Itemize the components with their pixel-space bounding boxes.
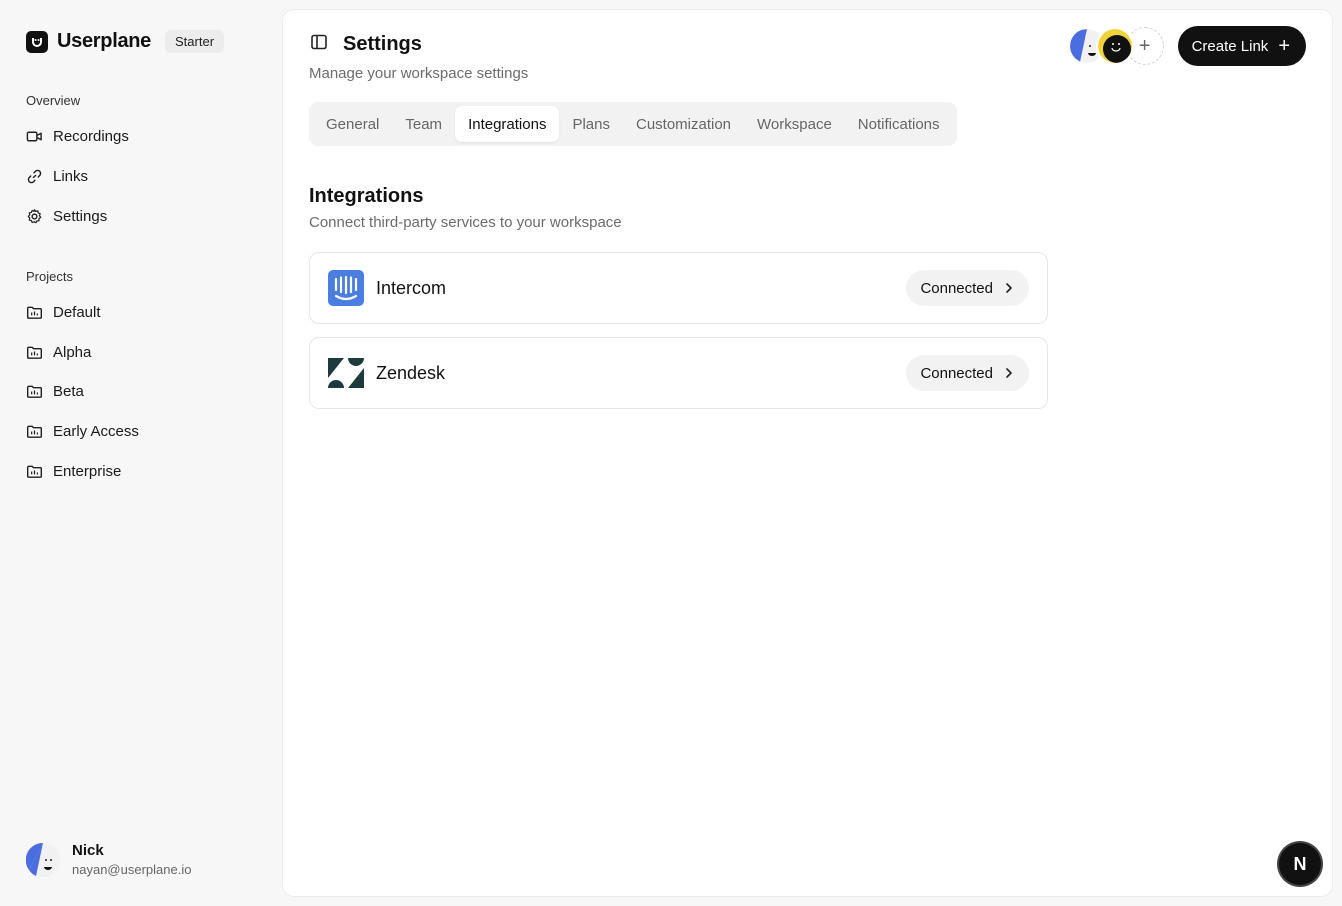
settings-tabs: General Team Integrations Plans Customiz… <box>309 102 957 146</box>
gear-icon <box>27 208 42 223</box>
user-name: Nick <box>72 842 104 859</box>
sidebar-item-label: Default <box>53 303 101 321</box>
folder-icon <box>26 465 43 478</box>
userplane-logo-icon <box>26 30 48 53</box>
tab-team[interactable]: Team <box>392 106 455 142</box>
dev-tools-badge[interactable]: N <box>1279 843 1321 885</box>
sidebar-item-enterprise[interactable]: Enterprise <box>26 459 121 483</box>
overview-section-label: Overview <box>26 93 81 108</box>
integration-card-zendesk[interactable]: Zendesk Connected <box>309 337 1048 409</box>
chevron-right-icon <box>1006 283 1012 293</box>
zendesk-logo-icon <box>328 355 364 391</box>
create-link-label: Create Link <box>1191 37 1269 55</box>
member-avatars: + <box>1067 27 1164 65</box>
header-actions: + Create Link + <box>1067 26 1306 66</box>
plus-icon: + <box>1278 35 1290 57</box>
tab-general[interactable]: General <box>313 106 392 142</box>
integrations-title: Integrations <box>309 185 424 207</box>
sidebar-item-links[interactable]: Links <box>26 164 88 188</box>
create-link-button[interactable]: Create Link + <box>1177 26 1306 66</box>
tab-integrations[interactable]: Integrations <box>455 106 560 142</box>
sidebar-item-recordings[interactable]: Recordings <box>26 124 129 148</box>
brand[interactable]: Userplane Starter <box>26 30 225 53</box>
chevron-right-icon <box>1006 368 1012 378</box>
sidebar-item-label: Enterprise <box>53 462 122 480</box>
sidebar-item-label: Settings <box>53 207 108 225</box>
integration-name: Zendesk <box>376 362 446 383</box>
intercom-logo-icon <box>328 270 364 306</box>
avatar <box>26 842 60 877</box>
video-icon <box>26 131 42 141</box>
sidebar-item-settings[interactable]: Settings <box>26 204 107 228</box>
sidebar: Userplane Starter Overview Recordings Li… <box>0 0 282 906</box>
status-label: Connected <box>920 279 993 297</box>
folder-icon <box>26 306 43 319</box>
connected-button[interactable]: Connected <box>906 270 1029 306</box>
user-profile[interactable]: Nick nayan@userplane.io <box>26 842 191 877</box>
folder-icon <box>26 346 43 359</box>
brand-name: Userplane <box>57 30 152 52</box>
projects-section-label: Projects <box>26 269 73 284</box>
tab-workspace[interactable]: Workspace <box>744 106 845 142</box>
plan-badge: Starter <box>165 30 225 53</box>
sidebar-item-label: Early Access <box>53 422 139 440</box>
integration-name: Intercom <box>376 277 447 298</box>
folder-icon <box>26 425 43 438</box>
sidebar-item-label: Beta <box>53 382 84 400</box>
sidebar-item-default[interactable]: Default <box>26 300 101 324</box>
plus-icon: + <box>1138 34 1151 57</box>
integrations-subtitle: Connect third-party services to your wor… <box>309 214 622 231</box>
page-header: Settings <box>309 32 422 57</box>
tab-customization[interactable]: Customization <box>623 106 744 142</box>
page-subtitle: Manage your workspace settings <box>309 65 529 82</box>
integration-card-intercom[interactable]: Intercom Connected <box>309 252 1048 324</box>
sidebar-item-label: Links <box>53 167 89 185</box>
page-title: Settings <box>343 33 422 55</box>
sidebar-item-label: Alpha <box>53 343 92 361</box>
sidebar-toggle-icon[interactable] <box>309 32 329 57</box>
sidebar-item-beta[interactable]: Beta <box>26 379 84 403</box>
folder-icon <box>26 385 43 398</box>
sidebar-item-label: Recordings <box>53 127 129 145</box>
user-email: nayan@userplane.io <box>72 862 192 877</box>
tab-plans[interactable]: Plans <box>559 106 623 142</box>
main-panel: Settings Manage your workspace settings … <box>282 9 1333 897</box>
connected-button[interactable]: Connected <box>906 355 1029 391</box>
member-avatar[interactable] <box>1095 27 1134 65</box>
tab-notifications[interactable]: Notifications <box>845 106 953 142</box>
link-icon <box>27 169 42 183</box>
sidebar-item-alpha[interactable]: Alpha <box>26 340 91 364</box>
status-label: Connected <box>920 364 993 382</box>
sidebar-item-early-access[interactable]: Early Access <box>26 419 139 443</box>
